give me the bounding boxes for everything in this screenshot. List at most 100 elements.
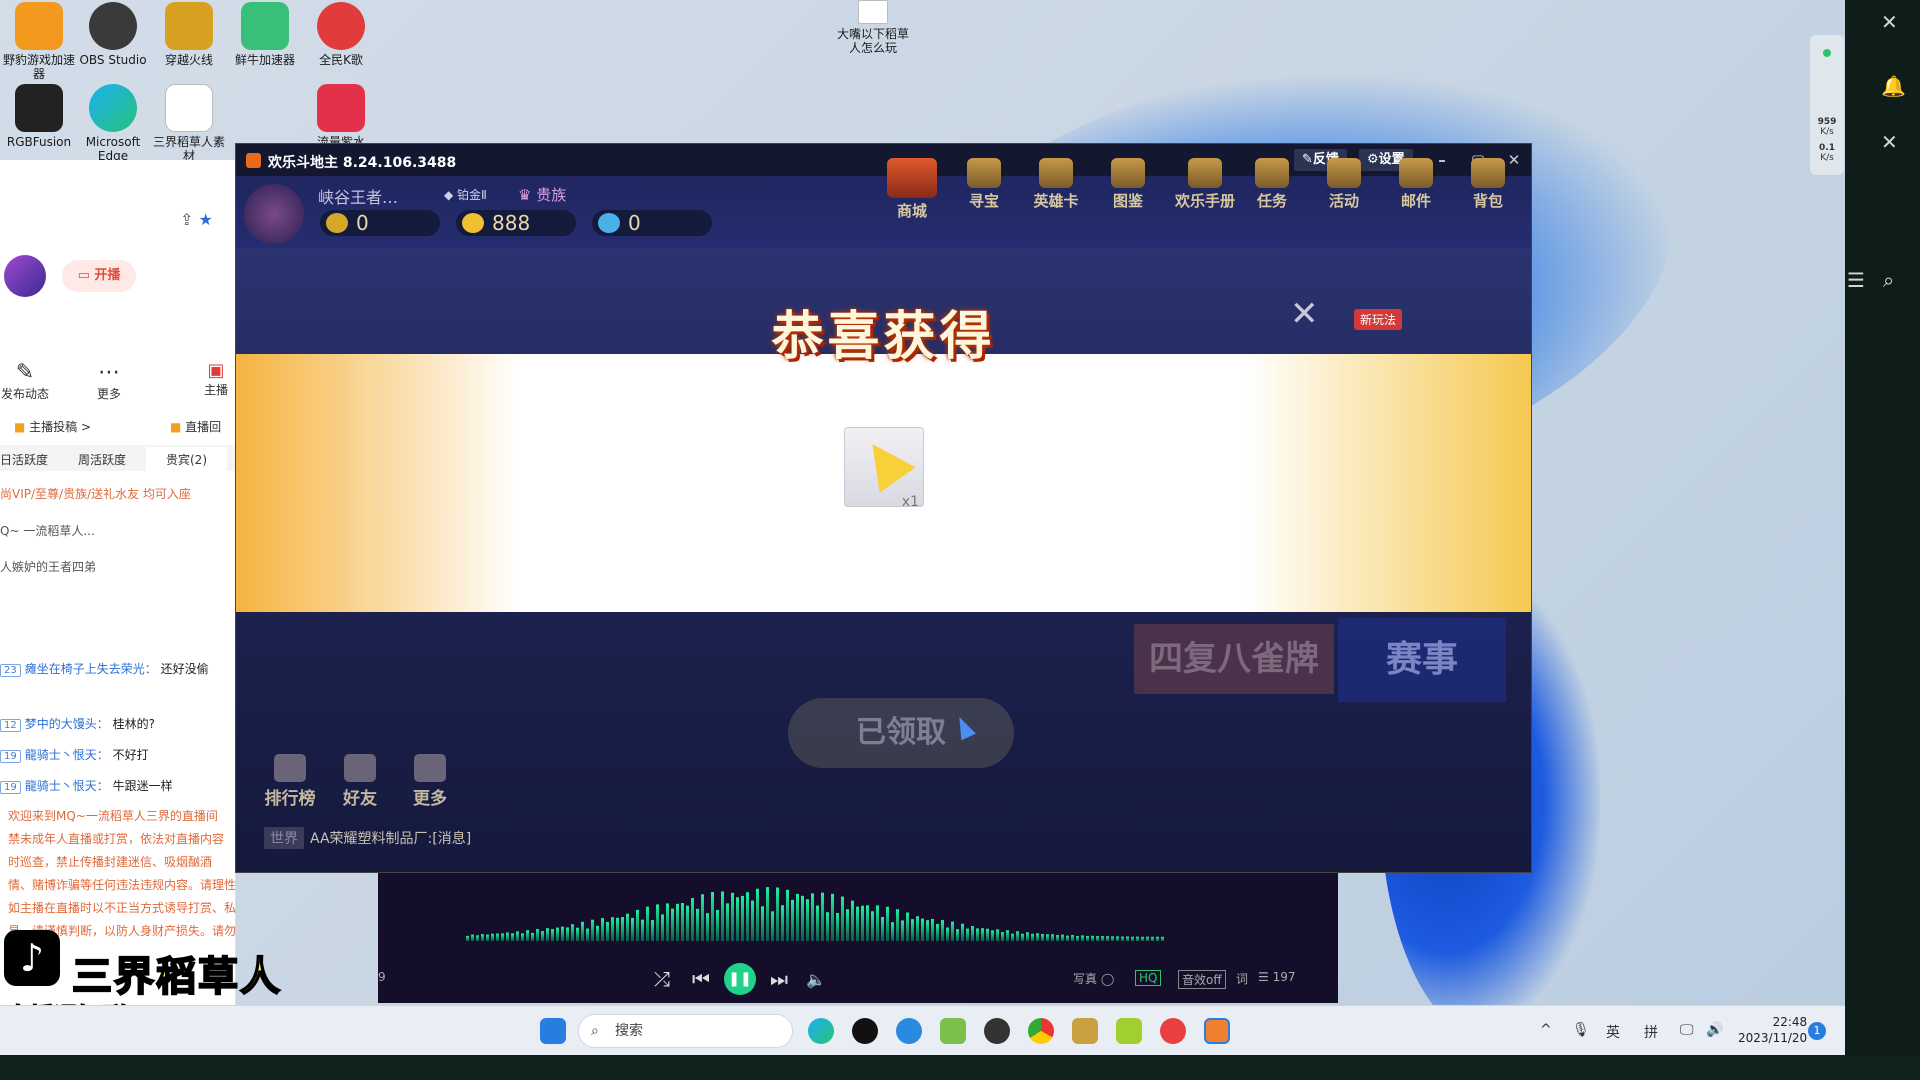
waveform-bar xyxy=(941,920,944,941)
world-chat[interactable]: 世界 AA荣耀塑料制品厂:[消息] xyxy=(264,827,471,849)
nav-shop[interactable]: 商城 xyxy=(880,158,944,221)
avatar[interactable] xyxy=(4,255,46,297)
desktop-icon-accelerator[interactable]: 野豹游戏加速器 xyxy=(0,2,78,81)
desktop-icon-rgbfusion[interactable]: RGBFusion xyxy=(0,84,78,149)
previous-icon[interactable]: ⏮ xyxy=(692,967,710,991)
lang-indicator[interactable]: 英 xyxy=(1606,1022,1620,1042)
network-monitor: 959 K/s 0.1 K/s xyxy=(1810,35,1844,175)
video-icon: ▭ xyxy=(77,268,95,283)
nav-more[interactable]: 更多 xyxy=(400,754,460,809)
waveform-bar xyxy=(1016,931,1019,941)
claimed-button[interactable]: 已领取 xyxy=(788,698,1014,768)
spreadsheet-icon xyxy=(165,84,213,132)
app-icon[interactable] xyxy=(896,1018,922,1044)
windows-start-icon[interactable] xyxy=(540,1018,566,1044)
close-icon-2[interactable]: ✕ xyxy=(1881,130,1898,154)
chat-message: 19 龍骑士丶恨天： 不好打 xyxy=(0,746,149,763)
waveform-bar xyxy=(716,910,719,941)
streamer-submit-link[interactable]: ■ 主播投稿 > xyxy=(14,418,91,435)
waveform-bar xyxy=(521,933,524,941)
gold-icon xyxy=(462,213,484,233)
waveform-bar xyxy=(846,909,849,941)
search-icon[interactable]: ⌕ xyxy=(1883,268,1894,292)
chrome-icon[interactable] xyxy=(1028,1018,1054,1044)
nav-task[interactable]: 任务 xyxy=(1240,158,1304,211)
hq-toggle[interactable]: HQ xyxy=(1135,970,1162,986)
event-button[interactable]: 赛事 xyxy=(1338,618,1506,702)
more-action[interactable]: ⋯ 更多 xyxy=(84,360,134,402)
search-box[interactable]: ⌕ 搜索 xyxy=(578,1014,793,1048)
start-live-button[interactable]: ▭ 开播 xyxy=(62,260,136,292)
playlist-button[interactable]: ☰ 197 xyxy=(1258,970,1295,984)
tab-weekly[interactable]: 周活跃度 xyxy=(78,451,126,468)
network-icon[interactable]: 🖵 xyxy=(1680,1022,1694,1038)
desktop-icon-karaoke[interactable]: 全民K歌 xyxy=(302,2,380,67)
waveform-bar xyxy=(811,893,814,941)
bell-icon[interactable]: 🔔 xyxy=(1881,74,1906,98)
edge-icon[interactable] xyxy=(808,1018,834,1044)
desktop-icon-edge[interactable]: Microsoft Edge xyxy=(74,84,152,163)
app-icon-3[interactable] xyxy=(1160,1018,1186,1044)
ime-indicator[interactable]: 拼 xyxy=(1644,1022,1658,1042)
desktop-file[interactable]: 大嘴以下稻草人怎么玩 xyxy=(834,0,912,55)
desktop-icon-crossfire[interactable]: 穿越火线 xyxy=(150,2,228,67)
nav-handbook[interactable]: 欢乐手册 xyxy=(1166,158,1244,211)
nav-leaderboard[interactable]: 排行榜 xyxy=(260,754,320,809)
share-icon[interactable]: ⇪ ★ xyxy=(180,210,213,229)
volume-icon[interactable]: 🔈 xyxy=(806,970,826,989)
tab-daily[interactable]: 日活跃度 xyxy=(0,451,48,468)
desktop-icon-obs[interactable]: OBS Studio xyxy=(74,2,152,67)
nav-mail[interactable]: 邮件 xyxy=(1384,158,1448,211)
nav-collection[interactable]: 图鉴 xyxy=(1096,158,1160,211)
menu-icon[interactable]: ☰ xyxy=(1847,268,1865,292)
mahjong-mode[interactable]: 四复八雀牌 xyxy=(1134,624,1334,694)
stat-diamond[interactable]: 0 xyxy=(592,210,712,236)
realistic-toggle[interactable]: 写真 ◯ xyxy=(1073,970,1114,987)
lol-icon[interactable] xyxy=(1072,1018,1098,1044)
waveform-bar xyxy=(646,906,649,941)
doudizhu-icon[interactable] xyxy=(1204,1018,1230,1044)
game-app-icon[interactable] xyxy=(940,1018,966,1044)
waveform-bar xyxy=(906,912,909,941)
waveform-bar xyxy=(961,923,964,941)
app-icon-2[interactable] xyxy=(1116,1018,1142,1044)
post-dynamic-action[interactable]: ✎ 发布动态 xyxy=(0,360,50,402)
microphone-icon[interactable]: 🎙 xyxy=(1572,1022,1590,1038)
waveform-bar xyxy=(771,911,774,941)
close-icon[interactable]: ✕ xyxy=(1881,10,1898,34)
nav-treasure[interactable]: 寻宝 xyxy=(952,158,1016,211)
obs-icon[interactable] xyxy=(984,1018,1010,1044)
stat-gold[interactable]: 888 xyxy=(456,210,576,236)
pause-button[interactable]: ❚❚ xyxy=(724,963,756,995)
volume-icon[interactable]: 🔊 xyxy=(1706,1022,1723,1038)
waveform-bar xyxy=(676,903,679,941)
reward-item[interactable]: x1 xyxy=(844,427,924,510)
notification-badge[interactable]: 1 xyxy=(1808,1022,1826,1040)
next-icon[interactable]: ⏭ xyxy=(770,967,788,991)
clock[interactable]: 22:48 2023/11/20 xyxy=(1738,1014,1807,1046)
waveform-bar xyxy=(696,908,699,941)
tray-expand-icon[interactable]: ^ xyxy=(1540,1022,1552,1038)
nav-hero-card[interactable]: 英雄卡 xyxy=(1024,158,1088,211)
shuffle-icon[interactable]: ⤮ xyxy=(654,967,670,991)
document-icon xyxy=(858,0,888,24)
tab-vip[interactable]: 贵宾(2) xyxy=(146,447,227,472)
nav-friends[interactable]: 好友 xyxy=(330,754,390,809)
rgb-icon xyxy=(15,84,63,132)
diamond-icon xyxy=(598,213,620,233)
desktop-icon-sheet[interactable]: 三界稻草人素材 xyxy=(150,84,228,163)
nav-activity[interactable]: 活动 xyxy=(1312,158,1376,211)
nav-backpack[interactable]: 背包 xyxy=(1456,158,1520,211)
waveform-bar xyxy=(841,896,844,941)
lyrics-button[interactable]: 词 xyxy=(1236,970,1248,987)
waveform-bar xyxy=(541,931,544,941)
qq-icon[interactable] xyxy=(852,1018,878,1044)
bean-icon xyxy=(326,213,348,233)
desktop-icon-xianniu[interactable]: 鲜牛加速器 xyxy=(226,2,304,67)
streamer-action[interactable]: ▣ 主播 xyxy=(196,360,236,398)
replay-link[interactable]: ■ 直播回 xyxy=(170,418,221,435)
player-avatar[interactable] xyxy=(244,184,304,244)
stat-bean[interactable]: 0 xyxy=(320,210,440,236)
desktop-icon-valorant[interactable]: 流量紫水 xyxy=(302,84,380,149)
effect-toggle[interactable]: 音效off xyxy=(1178,970,1226,989)
